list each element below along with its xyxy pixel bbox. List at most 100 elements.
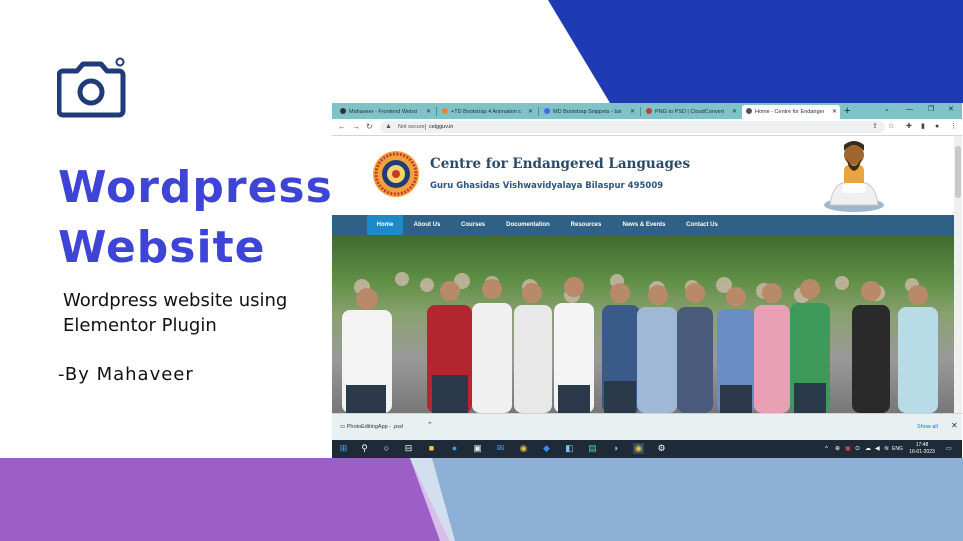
url-text: celgguv.in	[429, 124, 454, 130]
menu-dots-icon[interactable]: ⋮	[950, 121, 957, 133]
tab-bar: Mahaveer - Frontend Websi ✕ +TD Bootstrap…	[332, 103, 962, 119]
tab-separator	[538, 107, 539, 116]
tray-icon[interactable]: ▣	[845, 445, 851, 453]
task-view-icon[interactable]: ○	[381, 443, 392, 454]
tab-favicon-icon	[442, 108, 448, 114]
clock-date: 16-01-2023	[909, 449, 935, 455]
warning-icon: ▲	[385, 123, 392, 130]
nav-resources[interactable]: Resources	[564, 215, 608, 235]
app-icon[interactable]: ◧	[564, 443, 575, 454]
windows-start-icon[interactable]: ⊞	[338, 443, 349, 454]
camera-icon	[57, 57, 126, 118]
tab-label: +TD Bootstrap 4 Animation c	[451, 109, 522, 115]
page-scrollbar[interactable]	[954, 136, 962, 413]
crowd-photo-illustration	[342, 272, 938, 413]
nav-news-events[interactable]: News & Events	[616, 215, 672, 235]
close-tab-icon[interactable]: ✕	[832, 105, 837, 119]
share-icon[interactable]: ⇪	[872, 121, 878, 133]
university-emblem-icon[interactable]	[372, 150, 420, 198]
language-indicator[interactable]: ENG	[892, 445, 903, 453]
close-tab-icon[interactable]: ✕	[528, 105, 533, 119]
blue-corner-shape	[548, 0, 963, 103]
chrome-active-icon[interactable]: ◉	[633, 443, 644, 454]
app-icon[interactable]: ◑	[610, 443, 621, 454]
tab-label: Home - Centre for Endanger	[755, 109, 825, 115]
downloads-bar: ▭ PhotoEditingApp - .psd ⌃ Show all ✕	[332, 413, 962, 441]
browser-tab-2[interactable]: +TD Bootstrap 4 Animation c ✕	[438, 105, 536, 119]
mail-icon[interactable]: ✉	[495, 443, 506, 454]
tab-favicon-icon	[646, 108, 652, 114]
taskbar-clock[interactable]: 17:48 16-01-2023	[907, 442, 937, 456]
widgets-icon[interactable]: ⊟	[403, 443, 414, 454]
close-downloads-icon[interactable]: ✕	[951, 421, 958, 430]
hero-photo	[332, 235, 954, 413]
chevron-up-icon[interactable]: ^	[825, 445, 828, 453]
search-icon[interactable]: ⚲	[359, 443, 370, 454]
show-all-downloads-link[interactable]: Show all	[917, 422, 938, 432]
bookmark-star-icon[interactable]: ☆	[888, 121, 894, 133]
restore-icon[interactable]: ❐	[928, 103, 934, 117]
photoshop-app-icon[interactable]: ▤	[587, 443, 598, 454]
sidebar-icon[interactable]: ▮	[921, 121, 925, 133]
tab-separator	[640, 107, 641, 116]
notifications-icon[interactable]: ▭	[946, 445, 952, 453]
minimize-icon[interactable]: —	[906, 103, 913, 117]
close-tab-icon[interactable]: ✕	[732, 105, 737, 119]
tab-label: MD Bootstrap Snippets - bsi	[553, 109, 622, 115]
reload-icon[interactable]: ↻	[366, 121, 373, 133]
nav-contact-us[interactable]: Contact Us	[680, 215, 724, 235]
windows-taskbar: ⊞ ⚲ ○ ⊟ ■ ● ▣ ✉ ◉ ◆ ◧ ▤ ◑ ◉ ⚙ ^ ⊕ ▣ ⊙ ☁ …	[332, 440, 962, 458]
back-arrow-icon[interactable]: ←	[338, 121, 346, 133]
edge-browser-icon[interactable]: ●	[449, 443, 460, 454]
tab-label: PNG to PSD | CloudConvert	[655, 109, 724, 115]
tab-label: Mahaveer - Frontend Websi	[349, 109, 418, 115]
guru-image	[824, 141, 884, 212]
extensions-icon[interactable]: ✚	[906, 121, 912, 133]
nav-documentation[interactable]: Documentation	[500, 215, 556, 235]
chevron-up-icon[interactable]: ⌃	[427, 421, 433, 429]
clock-time: 17:48	[915, 442, 929, 448]
vscode-icon[interactable]: ◆	[541, 443, 552, 454]
slide-title-line1: Wordpress	[58, 162, 333, 213]
download-file-name: PhotoEditingApp - .psd	[346, 424, 403, 430]
scrollbar-thumb[interactable]	[955, 146, 961, 198]
browser-tab-1[interactable]: Mahaveer - Frontend Websi ✕	[336, 105, 434, 119]
slide-subtitle-line1: Wordpress website using	[63, 290, 288, 311]
browser-window: Mahaveer - Frontend Websi ✕ +TD Bootstrap…	[332, 103, 962, 458]
store-icon[interactable]: ▣	[472, 443, 483, 454]
site-title[interactable]: Centre for Endangered Languages	[430, 156, 690, 172]
chevron-down-icon[interactable]: ⌄	[884, 103, 890, 117]
file-explorer-icon[interactable]: ■	[426, 443, 437, 454]
browser-tab-5-active[interactable]: Home - Centre for Endanger ✕	[742, 105, 840, 119]
address-bar[interactable]: ▲ Not secure celgguv.in	[380, 121, 885, 133]
browser-tab-3[interactable]: MD Bootstrap Snippets - bsi ✕	[540, 105, 638, 119]
volume-icon[interactable]: ◀	[875, 445, 880, 453]
close-window-icon[interactable]: ✕	[948, 103, 954, 117]
nav-about-us[interactable]: About Us	[408, 215, 446, 235]
settings-gear-icon[interactable]: ⚙	[656, 443, 667, 454]
tab-favicon-icon	[544, 108, 550, 114]
chrome-icon[interactable]: ◉	[518, 443, 529, 454]
cloud-icon[interactable]: ☁	[865, 445, 871, 453]
new-tab-button[interactable]: +	[844, 103, 850, 119]
close-tab-icon[interactable]: ✕	[426, 105, 431, 119]
tray-icon[interactable]: ⊙	[855, 445, 860, 453]
close-tab-icon[interactable]: ✕	[630, 105, 635, 119]
browser-tab-4[interactable]: PNG to PSD | CloudConvert ✕	[642, 105, 740, 119]
tab-favicon-icon	[746, 108, 752, 114]
profile-avatar-icon[interactable]: ●	[935, 121, 939, 133]
slide-byline: -By Mahaveer	[58, 364, 194, 385]
address-divider	[425, 124, 426, 130]
site-subtitle: Guru Ghasidas Vishwavidyalaya Bilaspur 4…	[430, 181, 664, 191]
site-header: Centre for Endangered Languages Guru Gha…	[332, 136, 954, 215]
nav-home[interactable]: Home	[367, 215, 403, 235]
browser-toolbar: ← → ↻ ▲ Not secure celgguv.in ⇪ ☆ ✚ ▮ ● …	[332, 119, 962, 136]
light-blue-band-shape	[410, 458, 963, 541]
website-viewport: Centre for Endangered Languages Guru Gha…	[332, 136, 954, 413]
download-item[interactable]: ▭ PhotoEditingApp - .psd	[340, 422, 403, 432]
nav-courses[interactable]: Courses	[454, 215, 492, 235]
forward-arrow-icon[interactable]: →	[352, 121, 360, 133]
wifi-icon[interactable]: ≋	[884, 445, 889, 453]
tray-icon[interactable]: ⊕	[835, 445, 840, 453]
tab-separator	[436, 107, 437, 116]
